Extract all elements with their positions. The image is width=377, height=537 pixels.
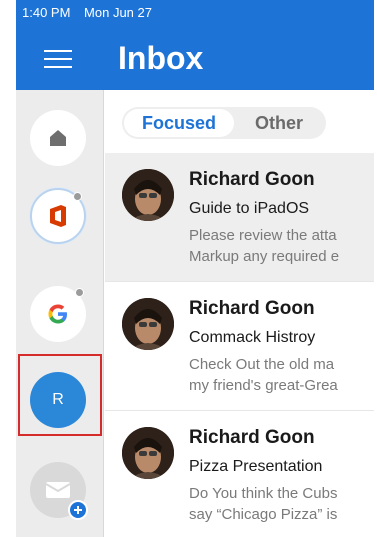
message-item[interactable]: Richard Goon Pizza Presentation Do You t… [105,411,374,537]
preview-line: say “Chicago Pizza” is [189,506,338,523]
account-google[interactable] [30,286,86,342]
sender-avatar [122,427,174,479]
message-list: Richard Goon Guide to iPadOS Please revi… [105,153,374,537]
unread-dot [75,288,84,297]
account-sidebar: R [16,90,104,537]
office-icon [50,205,66,227]
message-preview: Do You think the Cubs say “Chicago Pizza… [189,483,337,525]
tab-other[interactable]: Other [234,109,324,137]
inbox-tabs: Focused Other [122,107,326,139]
sender-avatar [122,169,174,221]
status-date: Mon Jun 27 [84,5,152,20]
app-header: 1:40 PM Mon Jun 27 Inbox [16,0,374,90]
message-preview: Please review the atta Markup any requir… [189,225,339,267]
sender-name: Richard Goon [189,298,315,319]
tab-focused[interactable]: Focused [124,109,234,137]
sender-avatar [122,298,174,350]
message-subject: Guide to iPadOS [189,200,310,217]
status-time: 1:40 PM [22,5,71,20]
preview-line: my friend's great-Grea [189,377,338,394]
status-bar: 1:40 PM Mon Jun 27 [22,5,162,20]
sender-name: Richard Goon [189,427,315,448]
unread-dot [73,192,82,201]
account-home[interactable] [30,110,86,166]
window-edge-left [0,0,16,537]
preview-line: Please review the atta [189,227,337,244]
plus-icon [68,500,88,520]
preview-line: Markup any required e [189,248,340,265]
home-icon [50,130,66,146]
message-preview: Check Out the old ma my friend's great-G… [189,354,338,396]
message-item[interactable]: Richard Goon Guide to iPadOS Please revi… [105,153,374,282]
google-icon [48,304,67,324]
account-r[interactable]: R [30,372,86,428]
account-initial: R [52,391,64,408]
message-subject: Pizza Presentation [189,458,323,475]
account-office[interactable] [30,188,86,244]
preview-line: Do You think the Cubs [189,485,338,502]
message-item[interactable]: Richard Goon Commack Histroy Check Out t… [105,282,374,411]
preview-line: Check Out the old ma [189,356,335,373]
add-mail-account-button[interactable] [30,462,88,520]
sender-name: Richard Goon [189,169,315,190]
mail-icon [45,482,71,498]
page-title: Inbox [118,40,204,76]
hamburger-menu-icon[interactable] [44,50,72,70]
message-subject: Commack Histroy [189,329,316,346]
